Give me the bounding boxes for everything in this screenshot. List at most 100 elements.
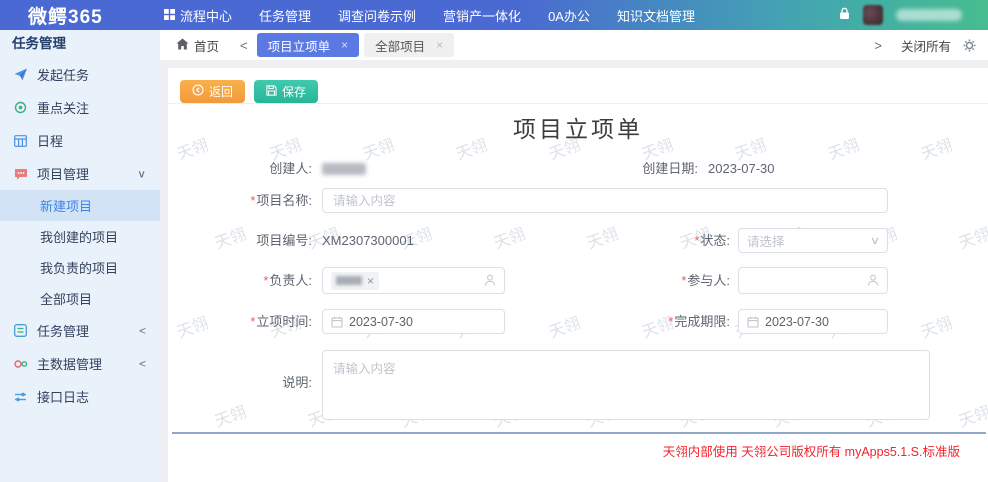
row-dates: *立项时间: 2023-07-30 *完成期限: 2023-07-30: [168, 309, 988, 334]
task-list-icon: [12, 323, 29, 339]
project-no-label: 项目编号:: [168, 228, 312, 253]
close-tab-icon[interactable]: ×: [436, 38, 443, 52]
calendar-icon: [331, 316, 343, 328]
sidebar-item-key-focus[interactable]: 重点关注: [0, 91, 160, 124]
required-mark: *: [681, 273, 686, 288]
calendar-icon: [747, 316, 759, 328]
project-no-value: XM2307300001: [322, 228, 414, 253]
sidebar-item-label: 主数据管理: [37, 354, 102, 373]
sliders-icon: [12, 389, 29, 405]
scroll-tabs-left-icon[interactable]: <: [231, 38, 257, 53]
chat-bubble-icon: [12, 166, 29, 182]
close-tab-icon[interactable]: ×: [341, 38, 348, 52]
start-date-label: *立项时间:: [168, 309, 312, 334]
status-select[interactable]: 请选择 ∨: [738, 228, 888, 253]
deadline-input[interactable]: 2023-07-30: [738, 309, 888, 334]
menu-item-survey-demo[interactable]: 调查问卷示例: [338, 6, 416, 25]
home-tab[interactable]: 首页: [160, 36, 231, 55]
chevron-down-icon: ∨: [137, 167, 146, 180]
form-toolbar: 返回 保存: [180, 80, 318, 103]
sidebar-item-my-responsible-projects[interactable]: 我负责的项目: [0, 252, 160, 283]
menu-item-oa-office[interactable]: 0A办公: [548, 6, 590, 25]
form-card: 天翎天翎天翎天翎天翎天翎天翎天翎天翎天翎天翎天翎天翎天翎天翎天翎天翎天翎天翎天翎…: [168, 68, 988, 482]
status-placeholder: 请选择: [747, 231, 785, 250]
back-button[interactable]: 返回: [180, 80, 245, 103]
row-description: 说明:: [168, 350, 988, 420]
start-date-input[interactable]: 2023-07-30: [322, 309, 505, 334]
menu-label: 流程中心: [180, 6, 232, 25]
description-label: 说明:: [168, 376, 312, 390]
sidebar-item-label: 新建项目: [40, 196, 92, 215]
sidebar-item-project-mgmt[interactable]: 项目管理 ∨: [0, 157, 160, 190]
sidebar-item-all-projects[interactable]: 全部项目: [0, 283, 160, 314]
top-navbar: 微鳄365 流程中心 任务管理 调查问卷示例 营销产一体化 0A办公 知识文档管…: [0, 0, 988, 30]
paper-plane-icon: [12, 67, 29, 83]
redacted-creator-value: [322, 163, 366, 175]
sidebar-item-label: 我负责的项目: [40, 258, 118, 277]
deadline-label: *完成期限:: [548, 309, 730, 334]
sidebar-item-label: 项目管理: [37, 164, 89, 183]
sidebar-item-start-task[interactable]: 发起任务: [0, 58, 160, 91]
sidebar-item-interface-log[interactable]: 接口日志: [0, 380, 160, 413]
tab-settings-gear-icon[interactable]: [961, 39, 988, 52]
sidebar-module-title: 任务管理: [0, 30, 160, 58]
calendar-grid-icon: [12, 133, 29, 149]
chevron-left-icon: <: [139, 357, 146, 370]
tab-all-projects[interactable]: 全部项目 ×: [364, 33, 454, 57]
create-date-value: 2023-07-30: [708, 161, 775, 177]
row-owner-participants: *负责人: × *参与人:: [168, 267, 988, 294]
menu-item-marketing[interactable]: 营销产一体化: [443, 6, 521, 25]
menu-item-task-mgmt[interactable]: 任务管理: [259, 6, 311, 25]
tab-label: 全部项目: [375, 36, 425, 55]
project-name-label: *项目名称:: [168, 188, 312, 213]
sidebar-item-new-project[interactable]: 新建项目: [0, 190, 160, 221]
required-mark: *: [263, 273, 268, 288]
sidebar-item-label: 我创建的项目: [40, 227, 118, 246]
navbar-right: [839, 5, 988, 25]
required-mark: *: [694, 233, 699, 248]
sidebar: 任务管理 发起任务 重点关注 日程 项目管理 ∨ 新建项目 我创建的项目 我负责…: [0, 30, 160, 482]
sidebar-item-label: 日程: [37, 131, 63, 150]
apps-grid-icon: [164, 8, 175, 23]
form-bottom-divider: [172, 432, 986, 434]
user-avatar[interactable]: [863, 5, 883, 25]
person-icon: [484, 274, 496, 287]
sidebar-item-task-mgmt[interactable]: 任务管理 <: [0, 314, 160, 347]
data-nodes-icon: [12, 356, 29, 372]
sidebar-item-my-created-projects[interactable]: 我创建的项目: [0, 221, 160, 252]
sidebar-item-schedule[interactable]: 日程: [0, 124, 160, 157]
sidebar-item-label: 发起任务: [37, 65, 89, 84]
owner-label: *负责人:: [168, 267, 312, 294]
home-tab-label: 首页: [194, 36, 219, 55]
remove-owner-icon[interactable]: ×: [367, 274, 374, 288]
required-mark: *: [250, 193, 255, 208]
focus-target-icon: [12, 100, 29, 116]
app-logo[interactable]: 微鳄365: [0, 2, 150, 29]
owner-picker-input[interactable]: ×: [322, 267, 505, 294]
project-name-input[interactable]: [322, 188, 888, 213]
menu-label: 任务管理: [259, 6, 311, 25]
start-date-value: 2023-07-30: [349, 315, 413, 329]
save-button-label: 保存: [282, 83, 306, 100]
sidebar-item-label: 重点关注: [37, 98, 89, 117]
back-button-label: 返回: [209, 83, 233, 100]
main-menu: 流程中心 任务管理 调查问卷示例 营销产一体化 0A办公 知识文档管理: [164, 6, 695, 25]
participants-picker-input[interactable]: [738, 267, 888, 294]
status-label: *状态:: [548, 228, 730, 253]
toolbar-divider: [168, 103, 988, 104]
menu-item-knowledge-docs[interactable]: 知识文档管理: [617, 6, 695, 25]
redacted-owner-name: [336, 276, 362, 285]
tab-project-form[interactable]: 项目立项单 ×: [257, 33, 360, 57]
sidebar-item-label: 任务管理: [37, 321, 89, 340]
sidebar-item-label: 接口日志: [37, 387, 89, 406]
sidebar-item-master-data[interactable]: 主数据管理 <: [0, 347, 160, 380]
close-all-tabs-button[interactable]: 关闭所有: [891, 36, 961, 55]
menu-item-process-center[interactable]: 流程中心: [164, 6, 232, 25]
form-title: 项目立项单: [168, 110, 988, 144]
save-button[interactable]: 保存: [254, 80, 318, 103]
description-textarea[interactable]: [322, 350, 930, 420]
required-mark: *: [668, 314, 673, 329]
person-icon: [867, 274, 879, 287]
scroll-tabs-right-icon[interactable]: >: [865, 38, 891, 53]
lock-icon[interactable]: [839, 7, 850, 23]
